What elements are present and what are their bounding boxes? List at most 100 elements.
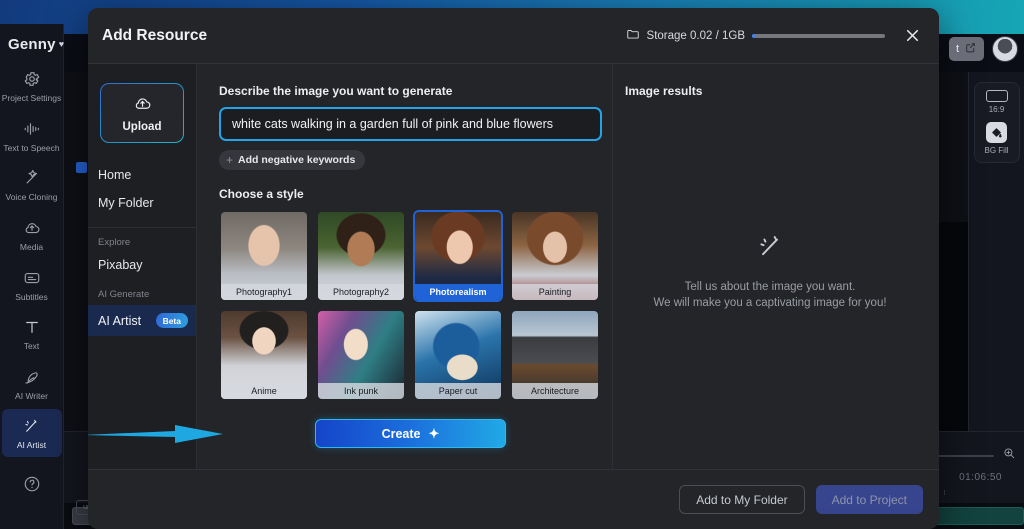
modal-sidebar: Upload Home My Folder Explore Pixabay AI… [88,64,197,469]
text-icon [22,317,42,337]
prompt-value: white cats walking in a garden full of p… [232,117,554,131]
modal-title: Add Resource [102,26,208,44]
cloud-upload-icon [22,218,42,238]
create-row: Create ✦ [88,419,602,448]
export-label: t [955,43,959,55]
modal-footer: Add to My Folder Add to Project [88,469,939,529]
sidebar-item-label: Pixabay [98,258,143,272]
subtitles-icon [22,268,42,288]
sidebar-item-ai-artist[interactable]: AI Artist [1,409,62,457]
plus-icon: + [226,153,234,167]
sidebar-item-label: Home [98,168,132,182]
app-sidebar: Project Settings Text to Speech Voice Cl… [0,24,64,529]
sidebar-item-pixabay[interactable]: Pixabay [88,251,196,279]
style-card-photography1[interactable]: Photography1 [219,210,309,302]
results-title: Image results [625,84,703,98]
sidebar-item-label: AI Artist [98,313,142,328]
voice-clone-icon [22,168,42,188]
sidebar-item-label: My Folder [98,196,154,210]
sidebar-item-media[interactable]: Media [2,211,62,259]
sidebar-item-label: Text [23,341,40,352]
app-logo-text: Genny [8,35,56,53]
style-label: Ink punk [318,383,404,399]
style-card-photography2[interactable]: Photography2 [316,210,406,302]
style-card-architecture[interactable]: Architecture [510,309,600,401]
modal-header-actions: Storage 0.02 / 1GB [626,23,925,49]
sidebar-item-text-to-speech[interactable]: Text to Speech [2,112,62,160]
sidebar-item-my-folder[interactable]: My Folder [88,189,196,217]
timeline-timestamp: 01:06:50 [959,472,1002,483]
style-card-painting[interactable]: Painting [510,210,600,302]
sidebar-item-ai-writer[interactable]: AI Writer [2,360,62,408]
app-logo[interactable]: Genny ♥ [0,30,92,58]
timeline-zoom-slider[interactable] [932,454,994,457]
zoom-in-icon[interactable] [1002,446,1016,465]
canvas-options-card: 16:9 BG Fill [973,82,1020,163]
app-right-rail: 16:9 BG Fill [968,72,1024,452]
beta-badge: Beta [155,313,188,328]
add-negative-keywords-button[interactable]: + Add negative keywords [219,150,366,170]
style-label: Photography2 [318,284,404,300]
question-circle-icon [22,474,42,494]
help-button[interactable] [2,467,62,500]
sidebar-item-label: Media [19,241,44,252]
results-empty-line-1: Tell us about the image you want. [684,280,856,293]
timeline-toolbar [932,446,1016,465]
sidebar-item-label: AI Writer [15,390,48,401]
sidebar-item-label: Project Settings [1,93,62,103]
pen-icon [22,367,42,387]
modal-body: Upload Home My Folder Explore Pixabay AI… [88,64,939,469]
add-negative-keywords-label: Add negative keywords [238,154,356,166]
style-label: Photography1 [221,284,307,300]
style-card-photorealism[interactable]: Photorealism [413,210,503,302]
cloud-upload-icon [133,94,152,116]
export-button[interactable]: t [948,37,984,61]
upload-button[interactable]: Upload [100,83,184,143]
sidebar-item-project-settings[interactable]: Project Settings [2,62,62,110]
share-icon [964,41,977,57]
results-panel: Image results Tell us about the image yo… [612,64,939,469]
avatar[interactable] [992,36,1018,62]
sidebar-item-voice-cloning[interactable]: Voice Cloning [2,161,62,209]
add-to-project-label: Add to Project [831,492,907,507]
sidebar-divider [88,227,196,228]
results-empty-line-2: We will make you a captivating image for… [653,297,887,310]
aspect-ratio-button[interactable]: 16:9 [985,90,1008,114]
sidebar-item-home[interactable]: Home [88,161,196,189]
create-label: Create [381,426,421,441]
sidebar-item-label: Text to Speech [3,142,60,153]
style-card-ink-punk[interactable]: Ink punk [316,309,406,401]
prompt-input[interactable]: white cats walking in a garden full of p… [219,107,602,141]
style-card-anime[interactable]: Anime [219,309,309,401]
add-to-my-folder-button[interactable]: Add to My Folder [679,485,805,514]
style-card-paper-cut[interactable]: Paper cut [413,309,503,401]
add-to-project-button[interactable]: Add to Project [815,485,923,514]
sidebar-item-label: AI Artist [16,440,47,451]
sidebar-item-ai-artist[interactable]: AI Artist Beta [88,305,196,336]
results-empty-state: Tell us about the image you want. We wil… [613,232,927,312]
style-label: Architecture [512,383,598,399]
gear-icon [22,69,42,89]
close-icon[interactable] [899,23,925,49]
sidebar-item-subtitles[interactable]: Subtitles [2,261,62,309]
create-button[interactable]: Create ✦ [315,419,506,448]
paint-bucket-icon [986,122,1007,143]
style-label: Painting [512,284,598,300]
sidebar-item-text[interactable]: Text [2,310,62,358]
style-label: Anime [221,383,307,399]
pointer-arrow-annotation [88,425,223,443]
heart-icon: ♥ [58,39,65,49]
bg-fill-button[interactable]: BG Fill [985,122,1009,155]
sidebar-item-label: Subtitles [15,291,48,302]
add-resource-modal: Add Resource Storage 0.02 / 1GB Upload H… [88,8,939,529]
aspect-ratio-label: 16:9 [988,105,1005,114]
aspect-ratio-icon [985,90,1008,102]
modal-header: Add Resource Storage 0.02 / 1GB [88,8,939,64]
folder-icon [626,27,640,44]
style-label: Photorealism [415,284,501,300]
storage-indicator: Storage 0.02 / 1GB [626,27,885,44]
sidebar-group-ai-generate: AI Generate [98,289,150,300]
magic-wand-icon [756,232,784,266]
bg-fill-label: BG Fill [984,146,1009,155]
style-grid: Photography1 Photography2 Photorealism P… [219,210,612,401]
